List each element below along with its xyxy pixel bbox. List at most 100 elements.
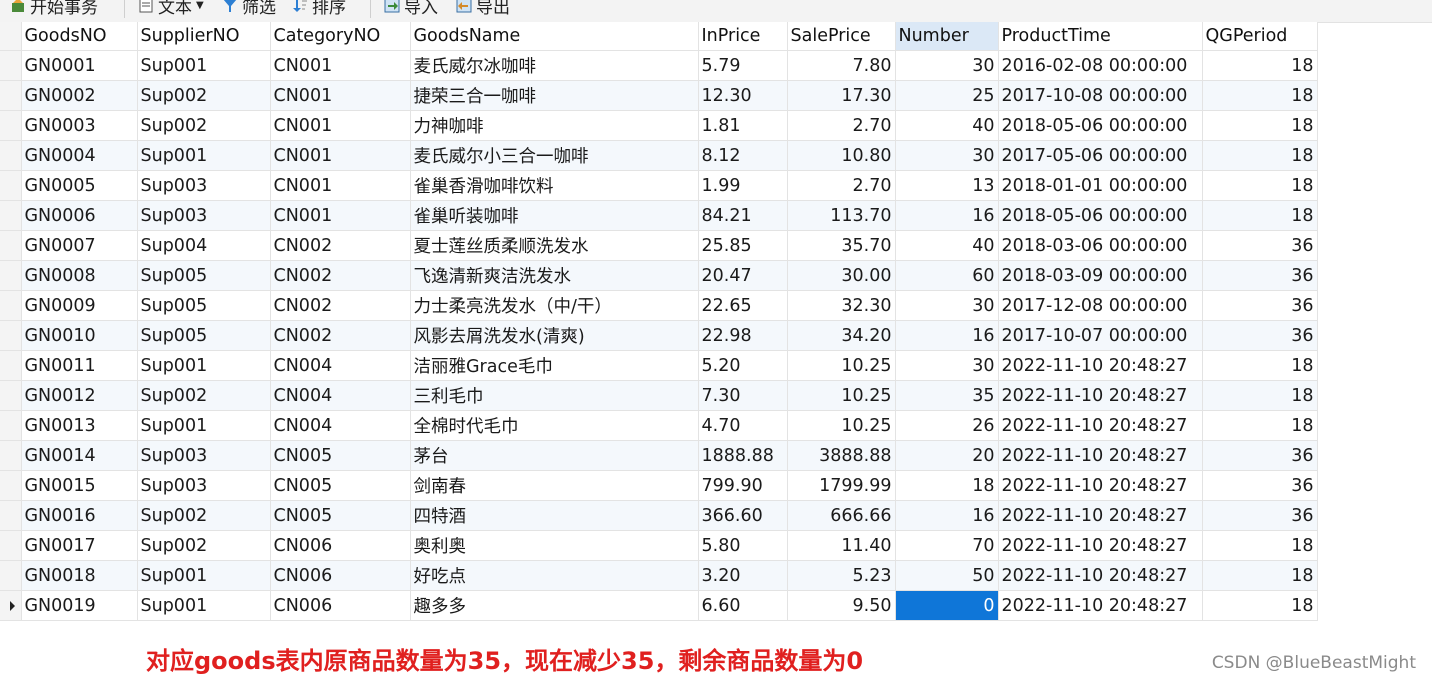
- table-cell[interactable]: CN001: [270, 140, 411, 171]
- table-cell[interactable]: Sup003: [137, 200, 271, 231]
- table-cell[interactable]: Sup001: [137, 140, 271, 171]
- table-cell[interactable]: GN0012: [21, 380, 138, 411]
- table-cell[interactable]: 35: [895, 380, 999, 411]
- table-cell[interactable]: Sup003: [137, 470, 271, 501]
- table-cell[interactable]: 2018-05-06 00:00:00: [998, 110, 1203, 141]
- begin-transaction-button[interactable]: 开始事务: [10, 0, 98, 18]
- table-cell[interactable]: 366.60: [698, 500, 788, 531]
- table-cell[interactable]: 84.21: [698, 200, 788, 231]
- table-cell[interactable]: 夏士莲丝质柔顺洗发水: [410, 230, 699, 261]
- table-cell[interactable]: 25: [895, 80, 999, 111]
- table-cell[interactable]: 2016-02-08 00:00:00: [998, 50, 1203, 81]
- table-cell[interactable]: 22.65: [698, 290, 788, 321]
- table-cell[interactable]: 18: [1202, 560, 1318, 591]
- table-cell[interactable]: GN0007: [21, 230, 138, 261]
- table-cell[interactable]: 全棉时代毛巾: [410, 410, 699, 441]
- row-indicator[interactable]: [0, 50, 22, 81]
- table-cell[interactable]: GN0010: [21, 320, 138, 351]
- table-cell[interactable]: CN004: [270, 350, 411, 381]
- table-cell[interactable]: CN004: [270, 410, 411, 441]
- table-cell[interactable]: 2.70: [787, 170, 896, 201]
- table-cell[interactable]: 捷荣三合一咖啡: [410, 80, 699, 111]
- table-row[interactable]: GN0008 Sup005 CN002 飞逸清新爽洁洗发水 20.47 30.00 60 20…: [0, 260, 1318, 291]
- table-cell[interactable]: 2022-11-10 20:48:27: [998, 440, 1203, 471]
- table-cell[interactable]: GN0014: [21, 440, 138, 471]
- table-cell[interactable]: 2017-12-08 00:00:00: [998, 290, 1203, 321]
- table-cell[interactable]: 18: [1202, 50, 1318, 81]
- table-row[interactable]: GN0005 Sup003 CN001 雀巢香滑咖啡饮料 1.99 2.70 13 2018-…: [0, 170, 1318, 201]
- row-indicator[interactable]: [0, 350, 22, 381]
- table-cell[interactable]: GN0009: [21, 290, 138, 321]
- table-cell[interactable]: 2022-11-10 20:48:27: [998, 560, 1203, 591]
- table-cell[interactable]: 18: [1202, 380, 1318, 411]
- table-cell[interactable]: 16: [895, 320, 999, 351]
- table-cell[interactable]: 三利毛巾: [410, 380, 699, 411]
- column-header[interactable]: SupplierNO: [137, 22, 271, 51]
- table-cell[interactable]: 2018-05-06 00:00:00: [998, 200, 1203, 231]
- table-cell[interactable]: 好吃点: [410, 560, 699, 591]
- table-cell[interactable]: Sup003: [137, 170, 271, 201]
- selected-cell[interactable]: 0: [895, 590, 999, 621]
- table-cell[interactable]: 10.25: [787, 380, 896, 411]
- table-cell[interactable]: 2017-05-06 00:00:00: [998, 140, 1203, 171]
- table-cell[interactable]: GN0001: [21, 50, 138, 81]
- table-cell[interactable]: 18: [895, 470, 999, 501]
- table-cell[interactable]: 50: [895, 560, 999, 591]
- table-cell[interactable]: 26: [895, 410, 999, 441]
- table-cell[interactable]: 30: [895, 290, 999, 321]
- table-cell[interactable]: 40: [895, 110, 999, 141]
- table-cell[interactable]: CN005: [270, 470, 411, 501]
- table-row[interactable]: GN0002 Sup002 CN001 捷荣三合一咖啡 12.30 17.30 25 2017…: [0, 80, 1318, 111]
- table-cell[interactable]: Sup001: [137, 560, 271, 591]
- table-cell[interactable]: 剑南春: [410, 470, 699, 501]
- sort-button[interactable]: 排序: [292, 0, 346, 18]
- column-header[interactable]: CategoryNO: [270, 22, 411, 51]
- table-cell[interactable]: 5.20: [698, 350, 788, 381]
- table-cell[interactable]: 6.60: [698, 590, 788, 621]
- table-cell[interactable]: CN002: [270, 320, 411, 351]
- table-cell[interactable]: Sup002: [137, 530, 271, 561]
- table-cell[interactable]: GN0011: [21, 350, 138, 381]
- table-cell[interactable]: Sup005: [137, 320, 271, 351]
- table-cell[interactable]: 10.25: [787, 410, 896, 441]
- table-cell[interactable]: 16: [895, 500, 999, 531]
- row-indicator[interactable]: [0, 470, 22, 501]
- table-cell[interactable]: 2018-01-01 00:00:00: [998, 170, 1203, 201]
- table-cell[interactable]: 13: [895, 170, 999, 201]
- table-cell[interactable]: 30: [895, 140, 999, 171]
- row-indicator[interactable]: [0, 290, 22, 321]
- table-cell[interactable]: 20: [895, 440, 999, 471]
- row-indicator[interactable]: [0, 590, 22, 621]
- table-cell[interactable]: 1.99: [698, 170, 788, 201]
- table-cell[interactable]: 3888.88: [787, 440, 896, 471]
- table-cell[interactable]: 麦氏威尔冰咖啡: [410, 50, 699, 81]
- table-cell[interactable]: 7.80: [787, 50, 896, 81]
- table-cell[interactable]: 12.30: [698, 80, 788, 111]
- column-header[interactable]: InPrice: [698, 22, 788, 51]
- table-cell[interactable]: CN002: [270, 290, 411, 321]
- table-row[interactable]: GN0019 Sup001 CN006 趣多多 6.60 9.50 0 2022-11-10 …: [0, 590, 1318, 621]
- table-row[interactable]: GN0009 Sup005 CN002 力士柔亮洗发水（中/干） 22.65 32.30 3…: [0, 290, 1318, 321]
- table-cell[interactable]: 力士柔亮洗发水（中/干）: [410, 290, 699, 321]
- table-cell[interactable]: 7.30: [698, 380, 788, 411]
- table-cell[interactable]: 2022-11-10 20:48:27: [998, 470, 1203, 501]
- table-cell[interactable]: CN001: [270, 50, 411, 81]
- table-cell[interactable]: GN0003: [21, 110, 138, 141]
- table-cell[interactable]: Sup003: [137, 440, 271, 471]
- row-indicator[interactable]: [0, 530, 22, 561]
- table-cell[interactable]: Sup002: [137, 500, 271, 531]
- table-row[interactable]: GN0010 Sup005 CN002 风影去屑洗发水(清爽) 22.98 34.20 16…: [0, 320, 1318, 351]
- row-indicator[interactable]: [0, 110, 22, 141]
- table-cell[interactable]: GN0004: [21, 140, 138, 171]
- table-row[interactable]: GN0012 Sup002 CN004 三利毛巾 7.30 10.25 35 2022-11-…: [0, 380, 1318, 411]
- table-cell[interactable]: CN002: [270, 260, 411, 291]
- table-cell[interactable]: GN0017: [21, 530, 138, 561]
- table-cell[interactable]: 飞逸清新爽洁洗发水: [410, 260, 699, 291]
- table-cell[interactable]: Sup001: [137, 410, 271, 441]
- table-row[interactable]: GN0001 Sup001 CN001 麦氏威尔冰咖啡 5.79 7.80 30 2016-0…: [0, 50, 1318, 81]
- table-cell[interactable]: 30: [895, 50, 999, 81]
- table-cell[interactable]: 18: [1202, 140, 1318, 171]
- row-indicator[interactable]: [0, 170, 22, 201]
- table-row[interactable]: GN0015 Sup003 CN005 剑南春 799.90 1799.99 18 2022-…: [0, 470, 1318, 501]
- table-cell[interactable]: 34.20: [787, 320, 896, 351]
